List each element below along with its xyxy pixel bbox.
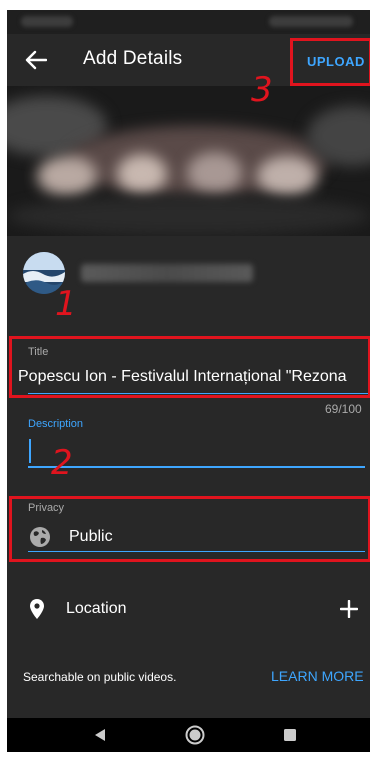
searchable-info-text: Searchable on public videos. [23, 670, 177, 684]
page-title: Add Details [83, 48, 183, 69]
location-pin-icon [30, 599, 44, 619]
arrow-back-icon[interactable] [25, 50, 47, 70]
status-right-blur [269, 16, 353, 27]
annotation-box-title [9, 336, 370, 398]
nav-home-circle-icon[interactable] [185, 725, 205, 745]
annotation-number-1: 1 [55, 284, 77, 324]
status-bar [7, 10, 370, 34]
description-input-caret[interactable] [29, 439, 31, 463]
system-nav-bar [7, 718, 370, 752]
video-thumbnail [7, 86, 370, 236]
title-char-count: 69/100 [325, 402, 362, 416]
status-left-blur [21, 16, 73, 27]
annotation-number-2: 2 [51, 443, 73, 483]
nav-recents-square-icon[interactable] [283, 728, 297, 742]
location-label: Location [66, 600, 127, 617]
account-name-blurred [81, 264, 253, 282]
description-label: Description [28, 418, 84, 430]
annotation-box-upload [290, 38, 370, 86]
plus-icon[interactable] [340, 600, 358, 618]
nav-back-triangle-icon[interactable] [93, 728, 107, 742]
learn-more-link[interactable]: LEARN MORE [271, 668, 364, 684]
phone-screen: Add Details UPLOAD Title Popescu Ion - F… [7, 10, 370, 752]
annotation-number-3: 3 [251, 70, 273, 110]
description-underline [28, 466, 365, 468]
location-row[interactable]: Location [7, 588, 370, 632]
annotation-box-privacy [9, 496, 370, 562]
